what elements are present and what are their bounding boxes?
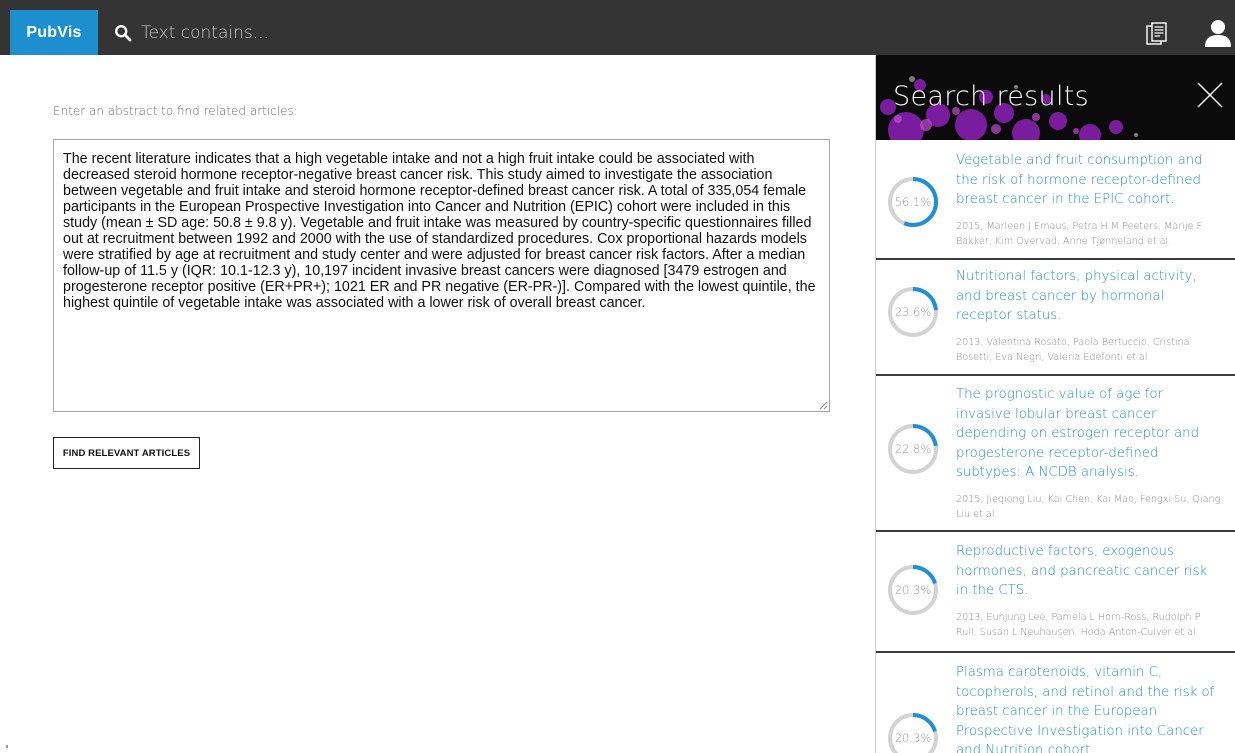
result-title-link[interactable]: Nutritional factors, physical activity, …: [956, 267, 1218, 326]
result-divider: [876, 258, 1235, 260]
panel-header: Search results: [876, 55, 1235, 140]
abstract-prompt-label: Enter an abstract to find related articl…: [53, 104, 298, 118]
search-icon: [114, 24, 132, 41]
relevance-gauge: 23.6%: [888, 287, 938, 337]
result-title-link[interactable]: The prognostic value of age for invasive…: [956, 385, 1218, 483]
result-meta: 2015, Marleen J Emaus, Petra H M Peeters…: [956, 221, 1202, 247]
find-relevant-articles-button[interactable]: FIND RELEVANT ARTICLES: [53, 437, 200, 469]
close-icon[interactable]: [1196, 81, 1224, 109]
relevance-score: 20.3%: [895, 731, 932, 745]
top-bar: PubVis: [0, 0, 1235, 55]
panel-title: Search results: [893, 81, 1089, 112]
relevance-score: 23.6%: [895, 305, 932, 319]
relevance-score: 56.1%: [895, 195, 932, 209]
result-meta: 2013, Eunjung Lee, Pamela L Horn-Ross, R…: [956, 612, 1201, 638]
documents-icon[interactable]: [1146, 22, 1168, 46]
result-title-link[interactable]: Vegetable and fruit consumption and the …: [956, 151, 1218, 210]
scroll-marker: [6, 745, 8, 748]
resize-grip-icon[interactable]: [819, 401, 828, 410]
search-results-panel[interactable]: Search results 56.1% Vegetable and fruit…: [875, 55, 1235, 753]
user-icon[interactable]: [1204, 18, 1232, 48]
relevance-gauge: 20.3%: [888, 713, 938, 753]
search-bar: [98, 10, 1228, 55]
result-divider: [876, 374, 1235, 376]
relevance-gauge: 56.1%: [888, 177, 938, 227]
search-input[interactable]: [141, 17, 741, 48]
result-title-link[interactable]: Plasma carotenoids, vitamin C, tocophero…: [956, 663, 1218, 753]
abstract-textarea[interactable]: The recent literature indicates that a h…: [53, 139, 830, 412]
relevance-score: 22.8%: [895, 442, 932, 456]
result-divider: [876, 530, 1235, 532]
relevance-gauge: 22.8%: [888, 424, 938, 474]
result-meta: 2013, Valentina Rosato, Paola Bertuccio,…: [956, 337, 1190, 363]
relevance-score: 20.3%: [895, 583, 932, 597]
relevance-gauge: 20.3%: [888, 565, 938, 615]
result-title-link[interactable]: Reproductive factors, exogenous hormones…: [956, 542, 1218, 601]
app-logo[interactable]: PubVis: [10, 10, 98, 55]
result-meta: 2015, Jieqiong Liu, Kai Chen, Kai Mao, F…: [956, 494, 1221, 520]
result-divider: [876, 651, 1235, 653]
